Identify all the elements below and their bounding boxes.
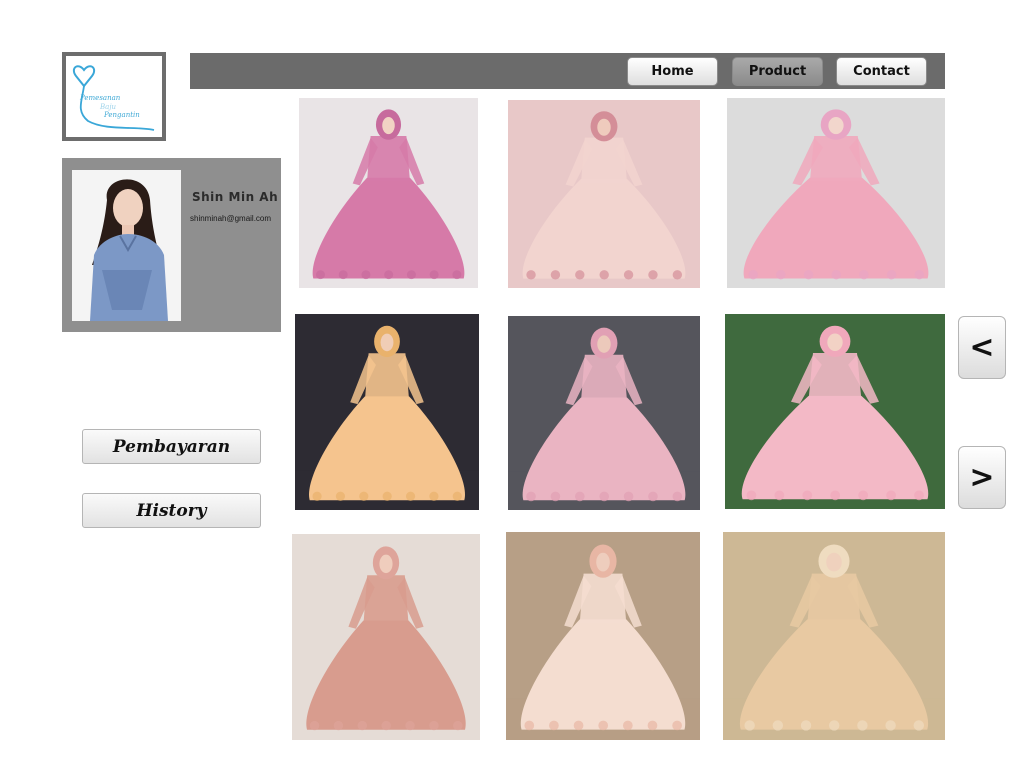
- profile-email: shinminah@gmail.com: [190, 214, 272, 223]
- profile-card: Shin Min Ah shinminah@gmail.com: [62, 158, 281, 332]
- gown-illustration: [506, 532, 700, 740]
- product-image[interactable]: [727, 98, 945, 288]
- product-image[interactable]: [299, 98, 478, 288]
- nav-product-button[interactable]: Product: [732, 57, 823, 86]
- payment-button[interactable]: Pembayaran: [82, 429, 261, 464]
- gown-illustration: [295, 314, 479, 510]
- product-image[interactable]: [506, 532, 700, 740]
- product-image[interactable]: [723, 532, 945, 740]
- gown-illustration: [299, 98, 478, 288]
- gown-illustration: [508, 316, 700, 510]
- nav-home-button[interactable]: Home: [627, 57, 718, 86]
- app-logo[interactable]: Pemesanan Baju Pengantin: [62, 52, 166, 141]
- nav-contact-button[interactable]: Contact: [836, 57, 927, 86]
- next-page-button[interactable]: >: [958, 446, 1006, 509]
- gown-illustration: [508, 100, 700, 288]
- product-image[interactable]: [508, 100, 700, 288]
- gown-illustration: [723, 532, 945, 740]
- logo-line3: Pengantin: [104, 111, 140, 119]
- gown-illustration: [725, 314, 945, 509]
- logo-line2: Baju: [100, 103, 116, 111]
- profile-name: Shin Min Ah: [192, 190, 279, 204]
- product-image[interactable]: [725, 314, 945, 509]
- gown-illustration: [727, 98, 945, 288]
- logo-line1: Pemesanan: [80, 94, 121, 102]
- product-image[interactable]: [292, 534, 480, 740]
- previous-page-button[interactable]: <: [958, 316, 1006, 379]
- top-navigation-bar: [190, 53, 945, 89]
- history-button[interactable]: History: [82, 493, 261, 528]
- avatar: [72, 170, 181, 321]
- product-image[interactable]: [508, 316, 700, 510]
- gown-illustration: [292, 534, 480, 740]
- product-image[interactable]: [295, 314, 479, 510]
